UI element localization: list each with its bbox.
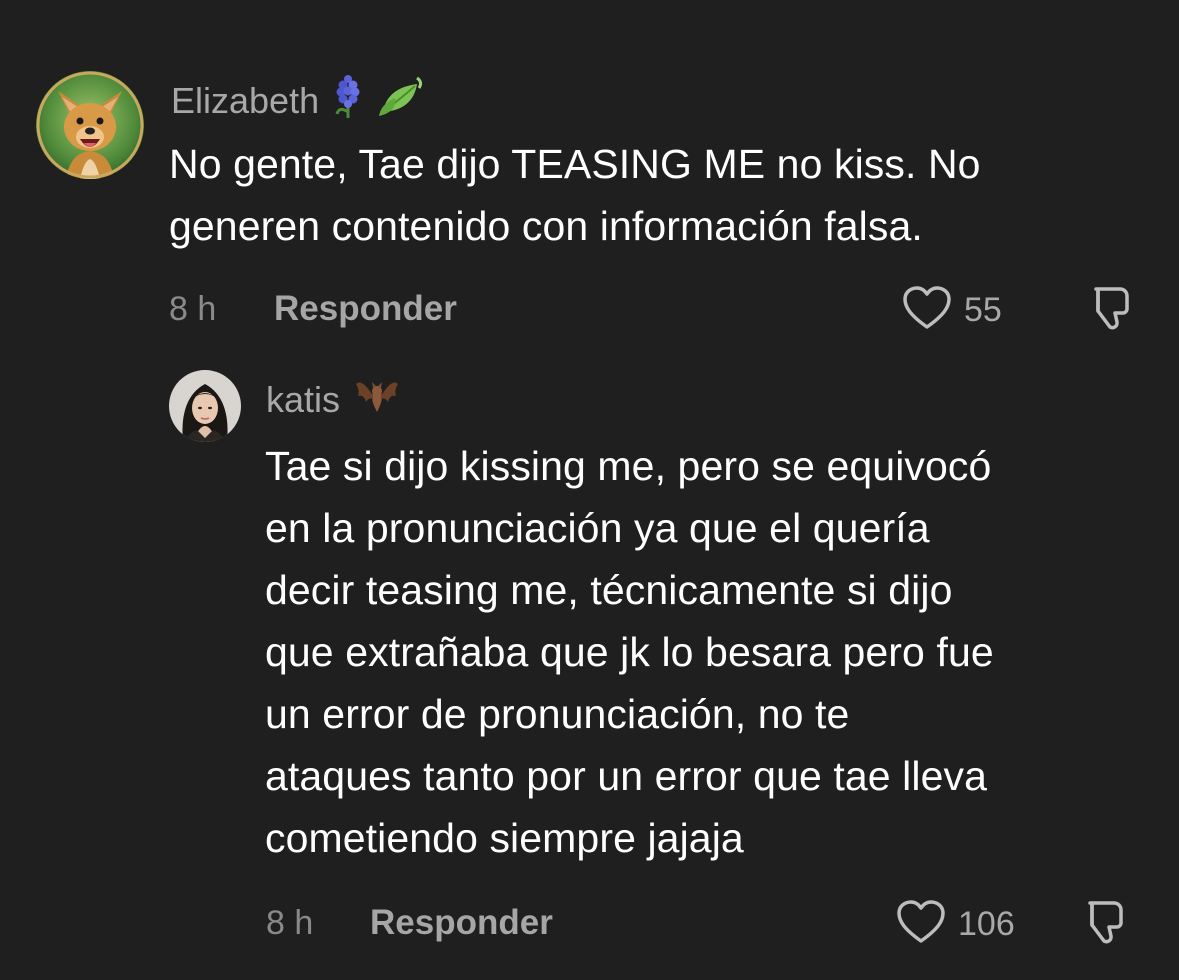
comment-text: No gente, Tae dijo TEASING ME no kiss. N…	[169, 133, 1159, 257]
like-count: 55	[964, 291, 1002, 329]
comment: Elizabeth No gente, Tae dijo TEASING ME …	[0, 0, 1179, 360]
avatar[interactable]	[36, 71, 144, 179]
username[interactable]: katis	[266, 374, 400, 425]
reply-button[interactable]: Responder	[370, 903, 553, 943]
reply-button[interactable]: Responder	[274, 289, 457, 329]
avatar[interactable]	[169, 370, 241, 442]
heart-icon	[902, 285, 952, 336]
comment-text-line: que extrañaba que jk lo besara pero fue	[265, 629, 994, 675]
like-button[interactable]: 106	[896, 899, 1015, 950]
comment-text-line: No gente, Tae dijo TEASING ME no kiss. N…	[169, 141, 981, 187]
comment-text-line: generen contenido con información falsa.	[169, 203, 923, 249]
thumbs-down-icon	[1076, 901, 1128, 951]
dislike-button[interactable]	[1082, 285, 1134, 338]
hyacinth-icon	[333, 74, 363, 127]
like-count: 106	[958, 905, 1015, 943]
like-button[interactable]: 55	[902, 285, 1002, 336]
comment-text-line: un error de pronunciación, no te	[265, 691, 850, 737]
comment-text-line: en la pronunciación ya que el quería	[265, 505, 930, 551]
heart-icon	[896, 899, 946, 950]
comment-text-line: ataques tanto por un error que tae lleva	[265, 753, 987, 799]
comment-text-line: decir teasing me, técnicamente si dijo	[265, 567, 953, 613]
username[interactable]: Elizabeth	[171, 74, 425, 127]
bat-icon	[354, 374, 400, 425]
username-text[interactable]: katis	[266, 379, 340, 421]
thumbs-down-icon	[1082, 287, 1134, 337]
timestamp: 8 h	[266, 904, 314, 942]
username-text[interactable]: Elizabeth	[171, 80, 319, 122]
comment: katis Tae si dijo kissing me, pero se eq…	[0, 360, 1179, 980]
timestamp: 8 h	[169, 290, 217, 328]
leaf-icon	[377, 74, 425, 127]
comment-text-line: Tae si dijo kissing me, pero se equivocó	[265, 443, 992, 489]
dislike-button[interactable]	[1076, 899, 1128, 952]
comment-text-line: cometiendo siempre jajaja	[265, 815, 744, 861]
comment-text: Tae si dijo kissing me, pero se equivocó…	[265, 435, 1165, 869]
